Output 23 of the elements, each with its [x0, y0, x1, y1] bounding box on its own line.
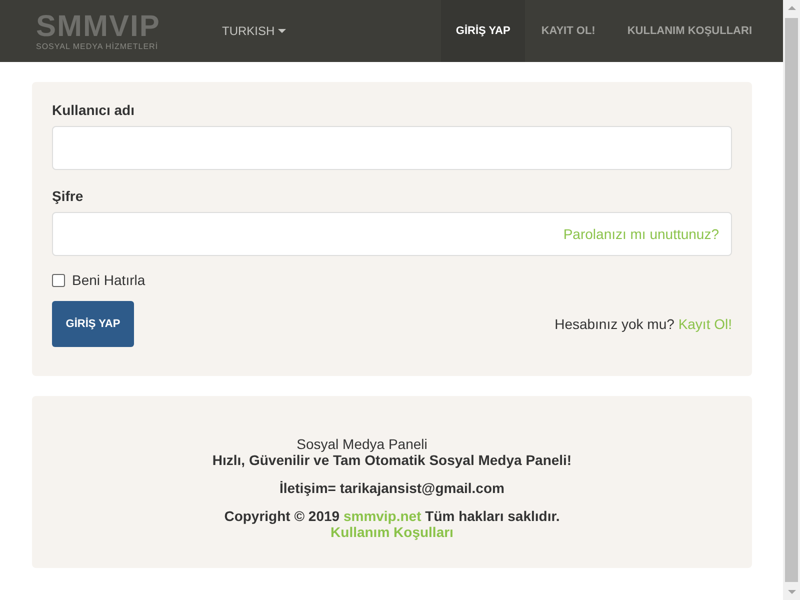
copyright-text: Copyright © 2019 smmvip.net Tüm hakları saklıdır. — [224, 508, 560, 524]
scroll-down-icon[interactable] — [788, 590, 796, 594]
password-field[interactable]: Parolanızı mı unuttunuz? — [52, 212, 732, 256]
language-dropdown[interactable]: TURKISH — [191, 0, 286, 62]
checkbox[interactable] — [52, 274, 65, 286]
footer-title: Sosyal Medya Paneli — [296, 436, 428, 452]
terms-link[interactable]: Kullanım Koşulları — [330, 524, 454, 540]
username-field[interactable] — [52, 126, 732, 170]
forgot-password-link[interactable]: Parolanızı mı unuttunuz? — [563, 226, 719, 242]
login-button[interactable]: GİRİŞ YAP — [52, 301, 134, 347]
site-link[interactable]: smmvip.net — [343, 508, 422, 524]
nav-link[interactable]: KULLANIM KOŞULLARI — [611, 0, 783, 62]
field-label: Kullanıcı adı — [52, 102, 136, 118]
contact-text: İletişim= tarikajansist@gmail.com — [280, 480, 504, 496]
nav-link[interactable]: KAYIT OL! — [525, 0, 612, 62]
field-label: Şifre — [52, 188, 84, 204]
scroll-up-icon[interactable] — [788, 6, 796, 10]
signup-link[interactable]: Kayıt Ol! — [678, 316, 732, 332]
scrollbar[interactable] — [783, 0, 800, 600]
nav-link[interactable]: GİRİŞ YAP — [440, 0, 526, 62]
signup-text: Hesabınız yok mu? Kayıt Ol! — [554, 316, 732, 332]
checkbox-label: Beni Hatırla — [72, 272, 146, 288]
slogan-text: Hızlı, Güvenilir ve Tam Otomatik Sosyal Medya Paneli! — [212, 452, 572, 468]
